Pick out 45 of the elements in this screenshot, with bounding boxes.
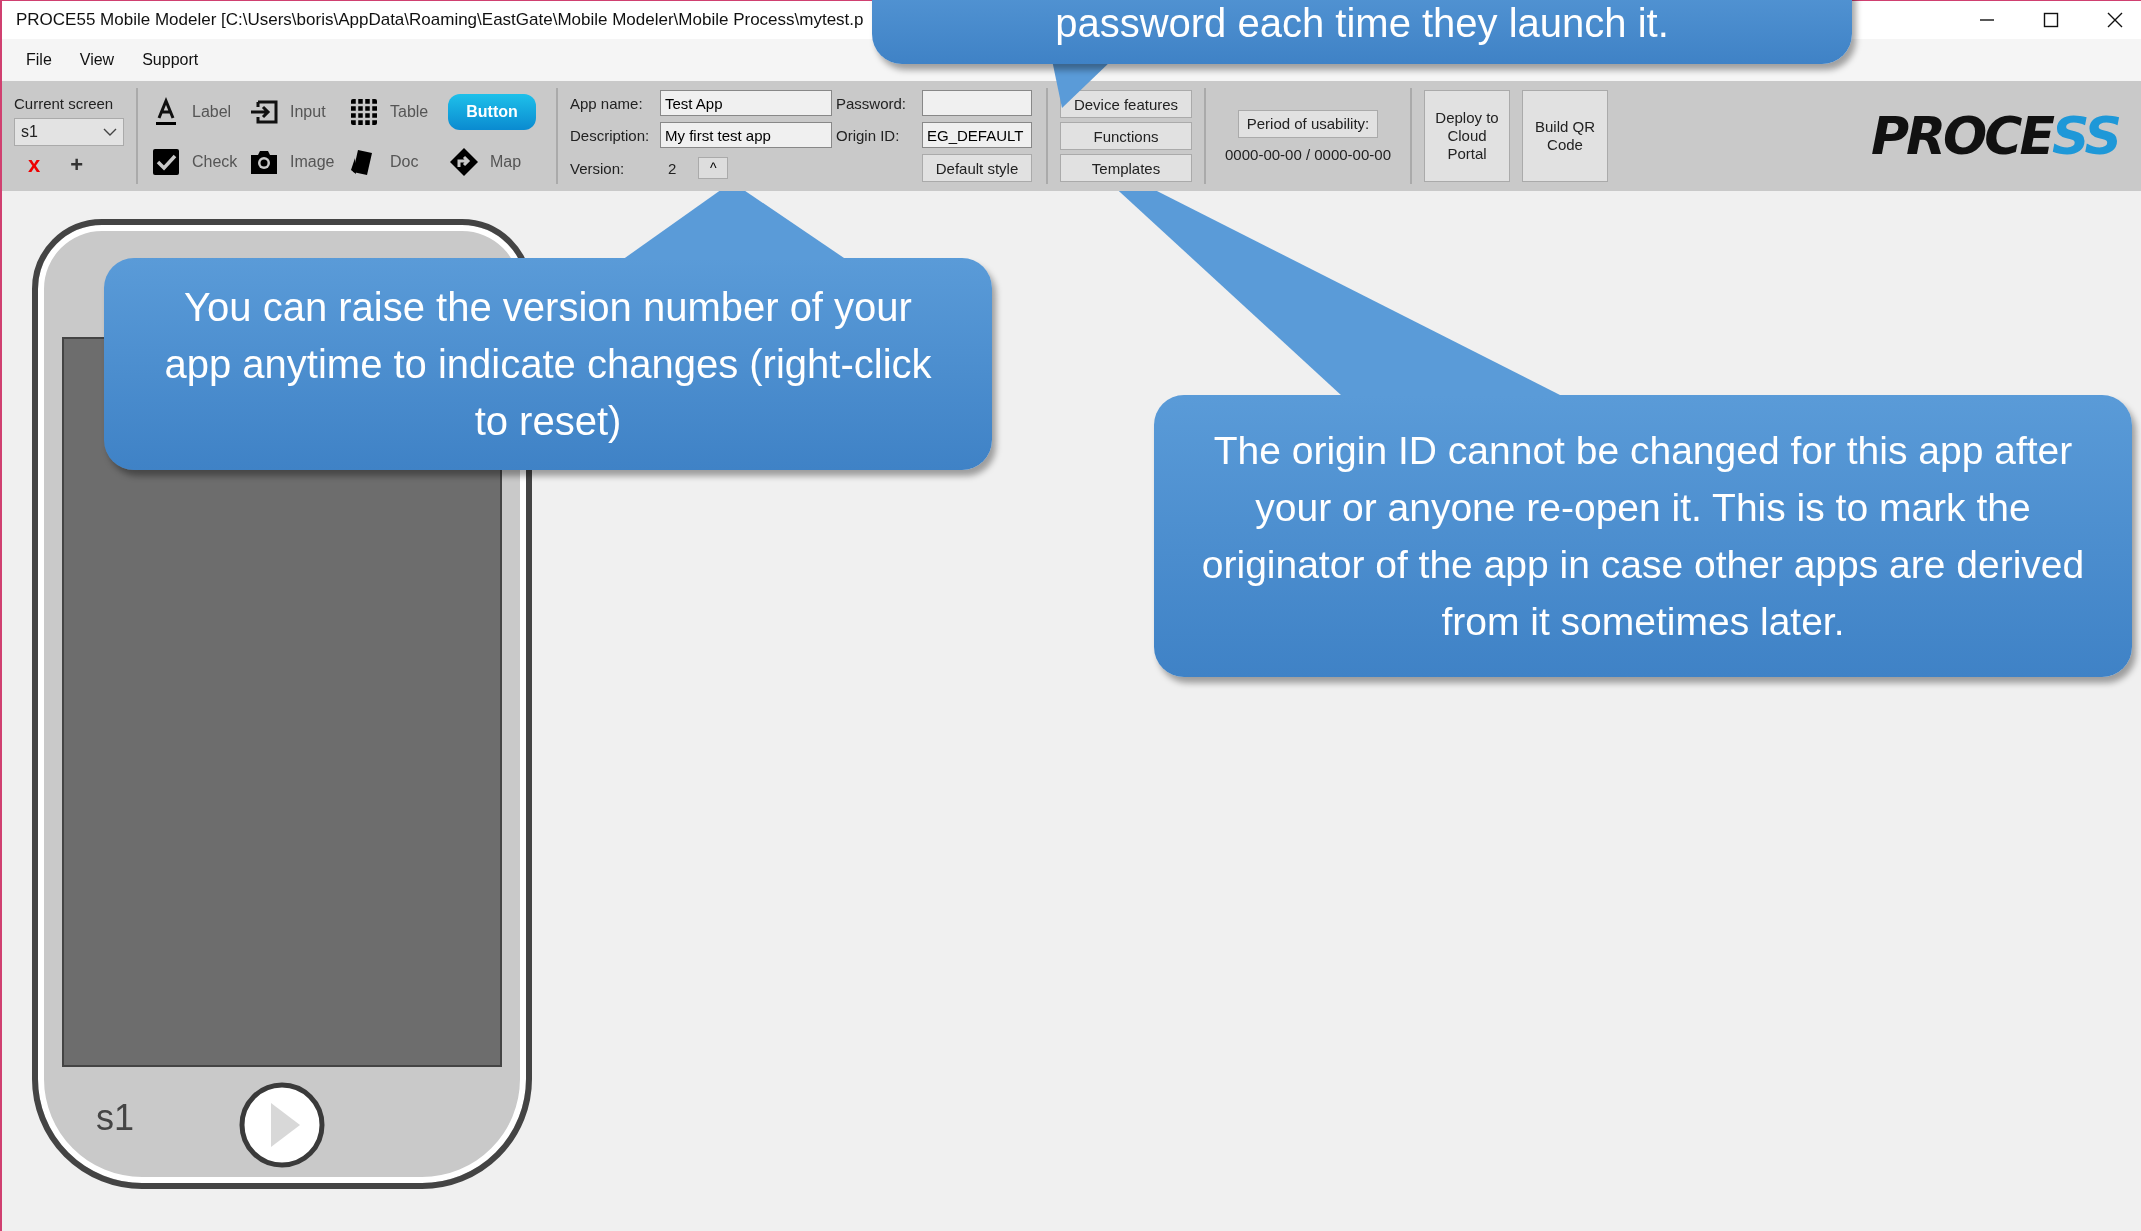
tool-label[interactable]: Image	[290, 153, 335, 171]
play-button[interactable]	[238, 1081, 326, 1170]
tool-label[interactable]: Input	[290, 103, 326, 121]
tool-label[interactable]: Check	[192, 153, 238, 171]
turn-sign-icon[interactable]	[448, 146, 480, 178]
tool-label[interactable]: Table	[390, 103, 429, 121]
chevron-icon[interactable]	[103, 126, 117, 137]
action-button[interactable]: Deploy to Cloud Portal	[1424, 90, 1510, 182]
menu-item[interactable]: Support	[142, 51, 199, 69]
window-title: PROCE55 Mobile Modeler [C:\Users\boris\AppData\Roaming\EastGate\Mobile Modeler\Mobile Process\mytest.p	[16, 10, 864, 30]
callout-text: The origin ID cannot be changed for this app after your or anyone re-open it. This is to mark the originator of the app in case other apps are derived from it sometimes later.	[1200, 428, 2086, 645]
app-name-field[interactable]: Test App	[660, 90, 832, 116]
grid-icon[interactable]	[348, 96, 380, 128]
menu-item[interactable]: File	[26, 51, 52, 69]
tool-label[interactable]: Doc	[390, 153, 419, 171]
callout-text: You can raise the version number of your app anytime to indicate changes (right-click to reset)	[164, 283, 932, 445]
field-label: Description:	[570, 126, 651, 144]
version-number: 2	[668, 159, 677, 177]
version-up-button[interactable]: ^	[698, 157, 729, 179]
logo: PROCESS	[1870, 106, 2119, 166]
feature-button[interactable]: Device features	[1060, 90, 1192, 118]
default-style-button[interactable]: Default style	[922, 154, 1032, 182]
checkbox-icon[interactable]	[150, 146, 182, 178]
feature-button[interactable]: Templates	[1060, 154, 1192, 182]
period-of-usability-button[interactable]: Period of usability:	[1237, 109, 1379, 138]
field-label: App name:	[570, 94, 644, 112]
description-field[interactable]: My first test app	[660, 122, 832, 148]
maximize-icon[interactable]	[2043, 12, 2059, 28]
feature-button[interactable]: Functions	[1060, 122, 1192, 150]
screen-name-label: s1	[96, 1097, 135, 1140]
usability-range: 0000-00-00 / 0000-00-00	[1225, 145, 1391, 163]
screen-dropdown[interactable]: s1	[14, 117, 124, 146]
close-icon[interactable]	[2107, 12, 2123, 28]
action-button[interactable]: Build QR Code	[1522, 90, 1608, 182]
tool-label[interactable]: Label	[192, 103, 232, 121]
field-label: Origin ID:	[836, 126, 901, 144]
field-label: Password:	[836, 94, 908, 112]
add-screen-button[interactable]: +	[70, 151, 84, 178]
field-label: Version:	[570, 159, 626, 177]
current-screen-label: Current screen	[14, 94, 115, 112]
origin-id-field[interactable]: EG_DEFAULT	[922, 122, 1032, 148]
callout-text: password each time they launch it.	[1055, 0, 1669, 47]
menu-item[interactable]: View	[79, 51, 115, 69]
password-field[interactable]	[922, 90, 1032, 116]
tool-label[interactable]: Map	[490, 153, 522, 171]
